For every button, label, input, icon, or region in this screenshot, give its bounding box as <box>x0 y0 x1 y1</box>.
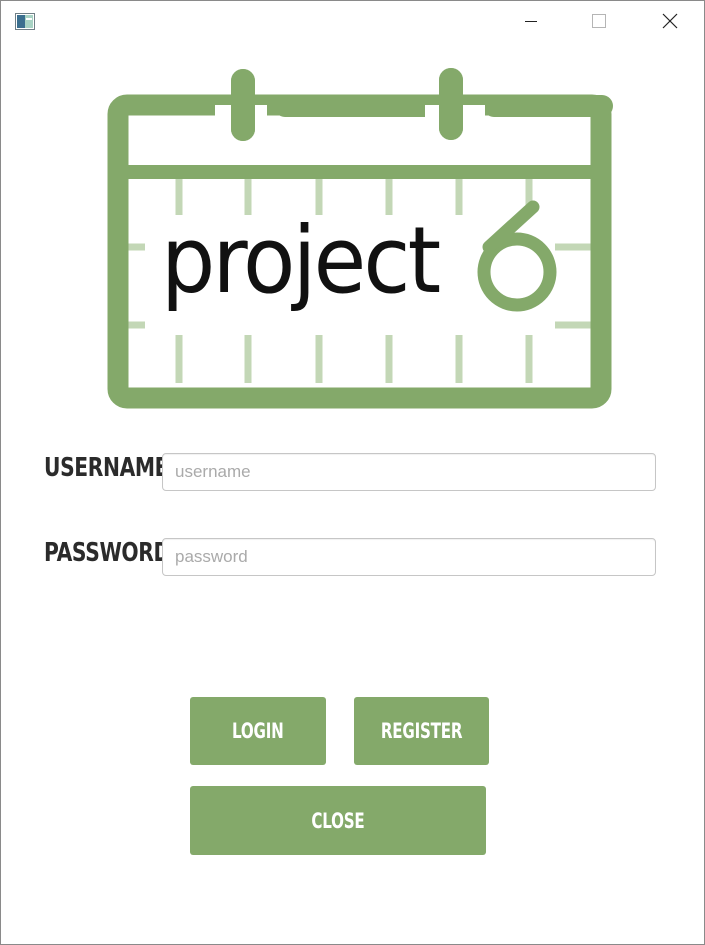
app-window-icon <box>15 13 35 30</box>
close-button[interactable]: CLOSE <box>190 786 486 855</box>
close-button-label: CLOSE <box>311 808 365 833</box>
login-button[interactable]: LOGIN <box>190 697 326 765</box>
password-label: PASSWORD <box>44 538 170 568</box>
project6-logo: project <box>105 65 615 415</box>
login-button-label: LOGIN <box>232 719 284 743</box>
maximize-icon <box>592 13 606 33</box>
minimize-icon <box>525 14 537 32</box>
login-window: project USERNAME PASSWORD LOGIN REGISTER… <box>0 0 705 945</box>
maximize-button[interactable] <box>576 1 622 45</box>
password-input[interactable] <box>162 538 656 576</box>
username-label: USERNAME <box>44 453 169 483</box>
close-icon <box>662 13 678 34</box>
title-bar <box>1 1 704 45</box>
register-button-label: REGISTER <box>380 719 463 743</box>
close-window-button[interactable] <box>647 1 693 45</box>
register-button[interactable]: REGISTER <box>354 697 489 765</box>
username-input[interactable] <box>162 453 656 491</box>
minimize-button[interactable] <box>508 1 554 45</box>
logo-wordmark: project <box>161 207 441 314</box>
